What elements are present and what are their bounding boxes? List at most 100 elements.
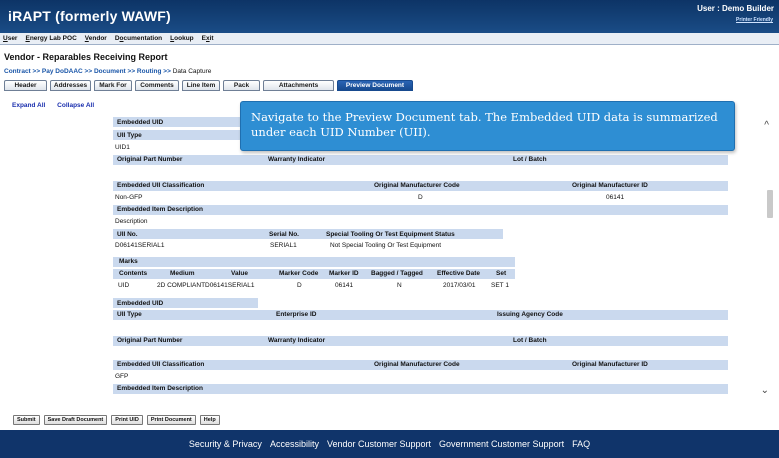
tab-mark-for[interactable]: Mark For: [94, 80, 132, 91]
action-buttons: Submit Save Draft Document Print UID Pri…: [13, 415, 224, 425]
lot-batch-label: Lot / Batch: [513, 156, 547, 163]
tab-addresses[interactable]: Addresses: [50, 80, 91, 91]
tab-header[interactable]: Header: [4, 80, 47, 91]
user-label: User : Demo Builder: [697, 4, 774, 13]
marks-title-row: Marks: [113, 257, 515, 267]
uii-type-2-header-row: UII Type Enterprise ID Issuing Agency Co…: [113, 310, 728, 320]
marks-value-value: D06141SERIAL1: [205, 282, 255, 289]
menu-exit[interactable]: Exit: [202, 35, 214, 42]
marks-effective-date-value: 2017/03/01: [443, 282, 476, 289]
classification-row: Non-GFP D 06141: [113, 193, 728, 203]
tutorial-callout: Navigate to the Preview Document tab. Th…: [240, 101, 735, 151]
menu-user[interactable]: User: [3, 35, 17, 42]
breadcrumb-links[interactable]: Contract >> Pay DoDAAC >> Document >> Ro…: [4, 68, 171, 75]
uii-classification-2-label: Embedded UII Classification: [117, 361, 205, 368]
enterprise-id-label: Enterprise ID: [276, 311, 317, 318]
mfr-code-value: D: [418, 194, 423, 201]
uii-no-header-row: UII No. Serial No. Special Tooling Or Te…: [113, 229, 503, 239]
special-tooling-value: Not Special Tooling Or Test Equipment: [330, 242, 442, 249]
scroll-down-icon[interactable]: ⌄: [761, 385, 769, 396]
footer: Security & Privacy Accessibility Vendor …: [0, 430, 779, 458]
uii-no-value: D06141SERIAL1: [115, 242, 165, 249]
uii-type-header: UII Type: [113, 130, 258, 140]
special-tooling-label: Special Tooling Or Test Equipment Status: [326, 230, 455, 238]
classification-2-value: GFP: [115, 373, 129, 380]
uii-type-value: UID1: [115, 144, 130, 151]
menu-vendor[interactable]: Vendor: [85, 35, 107, 42]
menu-energy-lab-poc[interactable]: Energy Lab POC: [25, 35, 76, 42]
marks-col-bagged-tagged: Bagged / Tagged: [371, 270, 423, 277]
marks-header-row: Contents Medium Value Marker Code Marker…: [113, 269, 515, 279]
footer-government-support[interactable]: Government Customer Support: [439, 439, 564, 449]
tab-comments[interactable]: Comments: [135, 80, 179, 91]
serial-no-label: Serial No.: [269, 230, 299, 238]
scroll-up-icon[interactable]: ^: [764, 120, 769, 131]
footer-accessibility[interactable]: Accessibility: [270, 439, 319, 449]
description-value: Description: [115, 218, 148, 225]
submit-button[interactable]: Submit: [13, 415, 40, 425]
save-draft-button[interactable]: Save Draft Document: [43, 415, 108, 425]
help-button[interactable]: Help: [199, 415, 220, 425]
marks-col-value: Value: [231, 270, 248, 277]
item-description-label: Embedded Item Description: [117, 206, 203, 213]
classification-header-row: Embedded UII Classification Original Man…: [113, 181, 728, 191]
classification-2-row: GFP: [113, 372, 728, 382]
marks-contents-value: UID: [118, 282, 130, 289]
classification-value: Non-GFP: [115, 194, 143, 201]
orig-mfr-code-2-label: Original Manufacturer Code: [374, 361, 460, 368]
orig-mfr-id-2-label: Original Manufacturer ID: [572, 361, 648, 368]
marks-set-value: SET 1: [491, 282, 509, 289]
orig-mfr-code-label: Original Manufacturer Code: [374, 182, 460, 189]
tab-bar: Header Addresses Mark For Comments Line …: [4, 80, 416, 91]
lot-batch-2-label: Lot / Batch: [513, 337, 547, 344]
expand-all-link[interactable]: Expand All: [12, 102, 45, 109]
item-description-header: Embedded Item Description: [113, 205, 728, 215]
embedded-uid-header: Embedded UID: [113, 117, 258, 127]
marks-title: Marks: [119, 258, 138, 265]
tab-pack[interactable]: Pack: [223, 80, 260, 91]
print-uid-button[interactable]: Print UID: [111, 415, 143, 425]
uii-no-label: UII No.: [117, 230, 138, 238]
uii-type-row: UID1: [113, 143, 253, 153]
mfr-id-value: 06141: [606, 194, 625, 201]
original-part-number-label: Original Part Number: [117, 156, 183, 163]
part-number-2-header-row: Original Part Number Warranty Indicator …: [113, 336, 728, 346]
page-title: Vendor - Reparables Receiving Report: [4, 52, 168, 62]
menu-lookup[interactable]: Lookup: [170, 35, 193, 42]
printer-friendly-link[interactable]: Printer Friendly: [736, 17, 773, 23]
item-description-2-label: Embedded Item Description: [117, 385, 203, 392]
menu-bar: User Energy Lab POC Vendor Documentation…: [0, 33, 779, 45]
warranty-indicator-label: Warranty Indicator: [268, 156, 326, 163]
part-number-header-row: Original Part Number Warranty Indicator …: [113, 155, 728, 165]
issuing-agency-label: Issuing Agency Code: [497, 311, 563, 318]
embedded-uid-2-header: Embedded UID: [113, 298, 258, 308]
uii-type-2-label: UII Type: [117, 311, 142, 318]
footer-faq[interactable]: FAQ: [572, 439, 590, 449]
footer-security-privacy[interactable]: Security & Privacy: [189, 439, 262, 449]
marks-table: Marks Contents Medium Value Marker Code …: [113, 257, 515, 293]
tab-preview-document[interactable]: Preview Document: [337, 80, 413, 91]
marks-col-contents: Contents: [119, 270, 148, 277]
orig-mfr-id-label: Original Manufacturer ID: [572, 182, 648, 189]
uii-no-row: D06141SERIAL1 SERIAL1 Not Special Toolin…: [113, 241, 503, 251]
marks-bagged-value: N: [397, 282, 402, 289]
tab-line-item[interactable]: Line Item: [182, 80, 220, 91]
warranty-indicator-2-label: Warranty Indicator: [268, 337, 326, 344]
marks-medium-value: 2D COMPLIANT: [157, 282, 206, 289]
print-document-button[interactable]: Print Document: [146, 415, 196, 425]
marks-marker-code-value: D: [297, 282, 302, 289]
collapse-all-link[interactable]: Collapse All: [57, 102, 94, 109]
marks-col-marker-code: Marker Code: [279, 270, 319, 277]
marks-col-effective-date: Effective Date: [437, 270, 480, 277]
top-banner: iRAPT (formerly WAWF) User : Demo Builde…: [0, 0, 779, 33]
tab-attachments[interactable]: Attachments: [263, 80, 334, 91]
original-part-number-2-label: Original Part Number: [117, 337, 183, 344]
marks-col-set: Set: [496, 270, 507, 277]
footer-vendor-support[interactable]: Vendor Customer Support: [327, 439, 431, 449]
marks-col-marker-id: Marker ID: [329, 270, 359, 277]
menu-documentation[interactable]: Documentation: [115, 35, 162, 42]
marks-col-medium: Medium: [170, 270, 195, 277]
expand-collapse-links: Expand All Collapse All: [12, 102, 104, 109]
scrollbar-thumb[interactable]: [767, 190, 773, 218]
classification-2-header-row: Embedded UII Classification Original Man…: [113, 360, 728, 370]
